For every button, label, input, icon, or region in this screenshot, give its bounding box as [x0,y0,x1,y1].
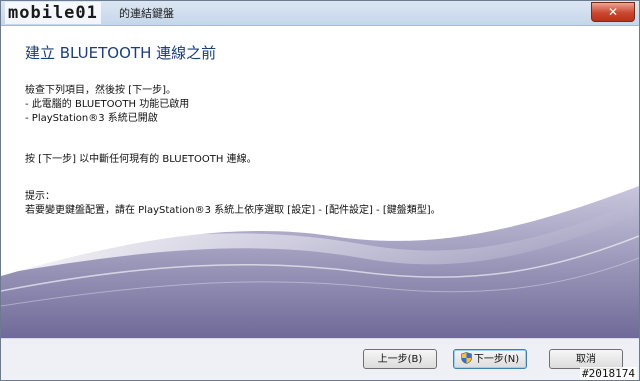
uac-shield-icon [461,352,472,364]
button-bar: 上一步(B) 下一步(N) 取消 [1,338,639,380]
site-logo: mobile01 [5,2,101,24]
back-button[interactable]: 上一步(B) [363,349,437,369]
window-title: 的連結鍵盤 [119,7,174,20]
checklist-item: - 此電腦的 BLUETOOTH 功能已啟用 [25,99,190,110]
page-title: 建立 BLUETOOTH 連線之前 [25,44,217,62]
watermark-id: #2018174 [580,367,637,380]
cancel-button[interactable]: 取消 [549,349,623,369]
wizard-content: 建立 BLUETOOTH 連線之前 檢查下列項目，然後按 [下一步]。 - 此電… [1,26,639,338]
dialog-window: mobile01 的連結鍵盤 ✕ 建立 BLUETOOTH 連線之前 檢查下列項… [0,0,640,381]
tip-text: 若要變更鍵盤配置，請在 PlayStation®3 系統上依序選取 [設定] -… [25,205,441,216]
checklist-item: - PlayStation®3 系統已開啟 [25,113,158,124]
background-swoosh-graphic [1,186,639,338]
close-button[interactable]: ✕ [591,2,635,22]
tip-label: 提示： [25,191,55,202]
next-button[interactable]: 下一步(N) [453,349,527,369]
intro-text: 檢查下列項目，然後按 [下一步]。 [25,85,176,96]
next-button-label: 下一步(N) [473,354,520,365]
instruction-text: 按 [下一步] 以中斷任何現有的 BLUETOOTH 連線。 [25,154,257,165]
title-bar: mobile01 的連結鍵盤 ✕ [1,1,639,26]
